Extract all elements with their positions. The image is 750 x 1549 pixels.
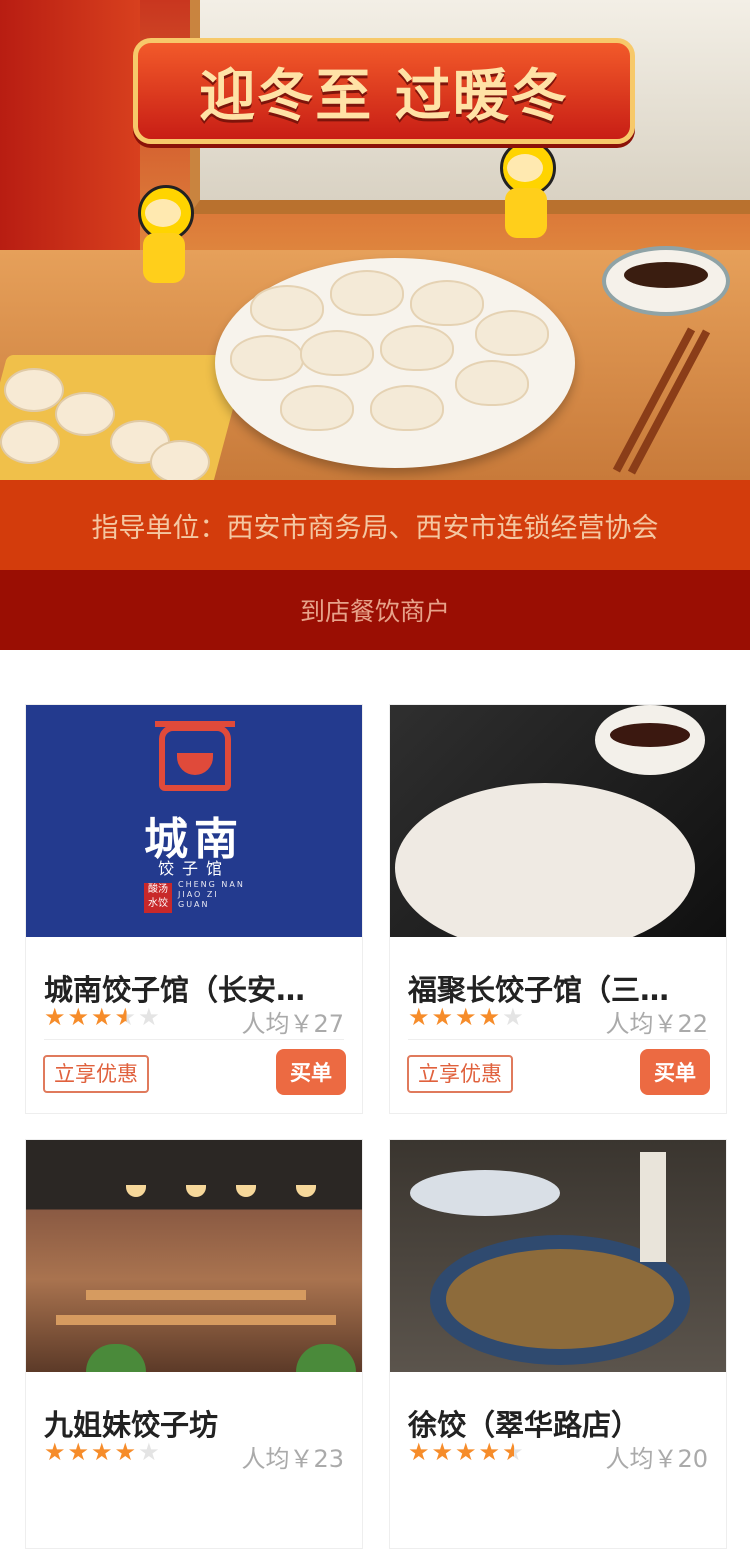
dumpling [380, 325, 454, 371]
section-title: 到店餐饮商户 [0, 570, 750, 650]
sign [640, 1152, 666, 1262]
hero-banner: 迎冬至 过暖冬 [0, 0, 750, 480]
star-icon: ★★★ [44, 1003, 115, 1031]
dumpling [300, 330, 374, 376]
merchant-card[interactable]: 九姐妹饺子坊 ★★★★★ 人均￥23 [25, 1139, 363, 1549]
bowl-logo-icon [155, 721, 235, 791]
dumpling-plate [410, 1170, 560, 1216]
star-rating: ★★★★★ [44, 1438, 162, 1466]
promo-badge[interactable]: 立享优惠 [407, 1055, 513, 1093]
guide-unit-text: 指导单位：西安市商务局、西安市连锁经营协会 [0, 480, 750, 570]
merchant-logo-image[interactable]: 城南 饺子馆 酸汤水饺 CHENG NAN JIAO ZI GUAN [26, 705, 362, 937]
dumpling [370, 385, 444, 431]
logo-subtitle: 饺子馆 [157, 859, 230, 878]
banner-title: 迎冬至 过暖冬 [133, 38, 635, 144]
half-star-icon: ★ [502, 1438, 526, 1466]
dumpling [230, 335, 304, 381]
lamp [236, 1185, 256, 1197]
merchant-card[interactable]: 徐饺（翠华路店） ★★★★★ 人均￥20 [389, 1139, 727, 1549]
divider [408, 1039, 708, 1040]
avg-price: 人均￥20 [605, 1445, 708, 1473]
table [56, 1315, 336, 1325]
merchant-card[interactable]: 福聚长饺子馆（三… ★★★★★ 人均￥22 立享优惠 买单 [389, 704, 727, 1114]
promo-badge[interactable]: 立享优惠 [43, 1055, 149, 1093]
table [86, 1290, 306, 1300]
buy-button[interactable]: 买单 [276, 1049, 346, 1095]
star-icon: ★ [138, 1003, 162, 1031]
lamp [126, 1185, 146, 1197]
dumpling [55, 392, 115, 436]
merchant-grid: 城南 饺子馆 酸汤水饺 CHENG NAN JIAO ZI GUAN 城南饺子馆… [0, 650, 750, 1549]
dumpling [410, 280, 484, 326]
dumpling [150, 440, 210, 480]
star-rating: ★★★★★ [44, 1003, 162, 1031]
star-icon: ★★★★ [408, 1003, 503, 1031]
plant [86, 1344, 146, 1372]
dumpling [330, 270, 404, 316]
star-icon: ★★★★ [408, 1438, 503, 1466]
dumpling [280, 385, 354, 431]
star-icon: ★ [502, 1003, 526, 1031]
lamp [296, 1185, 316, 1197]
star-rating: ★★★★★ [408, 1438, 526, 1466]
dumpling [4, 368, 64, 412]
plant [296, 1344, 356, 1372]
avg-price: 人均￥27 [241, 1010, 344, 1038]
merchant-photo[interactable] [390, 1140, 726, 1372]
logo-seal: 酸汤水饺 [144, 883, 172, 913]
half-star-icon: ★ [114, 1003, 139, 1031]
sauce-bowl [595, 705, 705, 775]
logo-english: CHENG NAN JIAO ZI GUAN [178, 880, 245, 909]
buy-button[interactable]: 买单 [640, 1049, 710, 1095]
mascot-figure [128, 185, 198, 295]
star-icon: ★★★★ [44, 1438, 139, 1466]
avg-price: 人均￥22 [605, 1010, 708, 1038]
star-rating: ★★★★★ [408, 1003, 526, 1031]
dumpling [475, 310, 549, 356]
dumpling [250, 285, 324, 331]
dumpling [455, 360, 529, 406]
dumpling-plate [395, 783, 695, 937]
divider [44, 1039, 344, 1040]
merchant-card[interactable]: 城南 饺子馆 酸汤水饺 CHENG NAN JIAO ZI GUAN 城南饺子馆… [25, 704, 363, 1114]
avg-price: 人均￥23 [241, 1445, 344, 1473]
dumpling [0, 420, 60, 464]
sauce-bowl [602, 246, 730, 316]
merchant-photo[interactable] [390, 705, 726, 937]
lamp [186, 1185, 206, 1197]
mascot-figure [490, 140, 560, 250]
merchant-photo[interactable] [26, 1140, 362, 1372]
star-icon: ★ [138, 1438, 162, 1466]
banner-title-text: 迎冬至 过暖冬 [199, 63, 569, 129]
